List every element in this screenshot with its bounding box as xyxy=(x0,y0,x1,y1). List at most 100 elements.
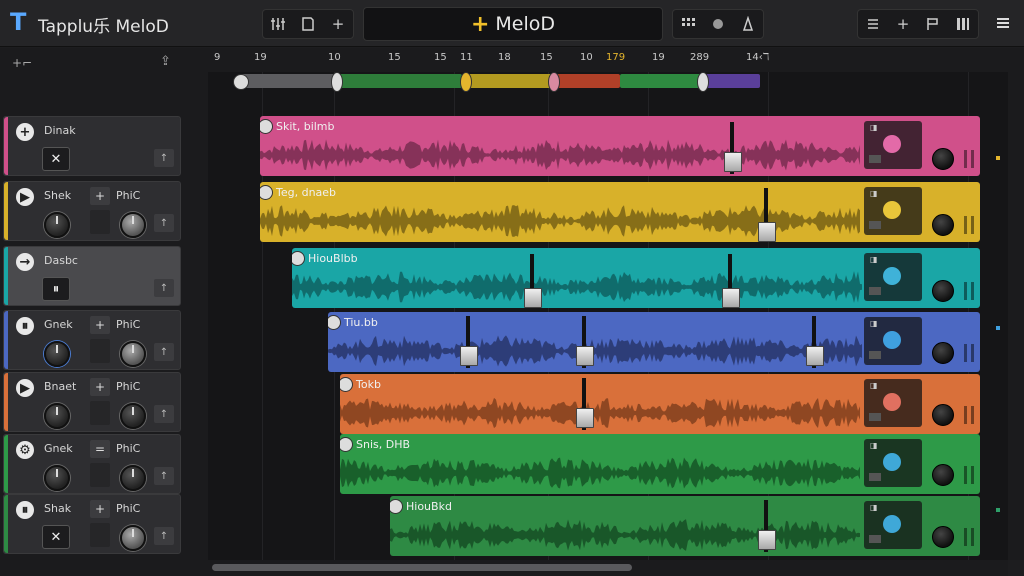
clip-fader[interactable] xyxy=(758,188,776,242)
section-marker[interactable] xyxy=(331,72,343,92)
pause-icon[interactable] xyxy=(964,528,974,546)
save-icon[interactable] xyxy=(293,10,323,38)
loop-icon[interactable] xyxy=(703,10,733,38)
pause-icon[interactable] xyxy=(964,216,974,234)
fx-panel[interactable]: ◨ xyxy=(864,121,922,169)
fader-cap[interactable] xyxy=(524,288,542,308)
clip-fader[interactable] xyxy=(806,316,824,368)
volume-knob[interactable] xyxy=(120,212,146,238)
mute-icon[interactable]: ✕ xyxy=(42,147,70,171)
clip-fader[interactable] xyxy=(524,254,542,308)
fader-cap[interactable] xyxy=(460,346,478,366)
clip-handle[interactable] xyxy=(340,437,353,452)
add-icon[interactable]: + xyxy=(90,500,110,518)
audio-clip-2[interactable]: Teg, dnaeb ◨ xyxy=(260,182,980,242)
fx-knob[interactable] xyxy=(883,201,901,219)
arrow-right-icon[interactable]: → xyxy=(16,253,34,271)
clip-fader[interactable] xyxy=(460,316,478,368)
track-header-2[interactable]: ▶ Shek + PhiC ↑ xyxy=(3,181,181,241)
clip-fader[interactable] xyxy=(576,316,594,368)
fx-knob[interactable] xyxy=(883,135,901,153)
section-bar[interactable] xyxy=(620,74,702,88)
pause-icon[interactable]: ⏸ xyxy=(16,501,34,519)
piano-icon[interactable] xyxy=(948,10,978,38)
clip-volume-knob[interactable] xyxy=(932,214,954,236)
fx-panel[interactable]: ◨ xyxy=(864,317,922,365)
eq-icon[interactable]: = xyxy=(90,440,110,458)
arm-icon[interactable]: ↑ xyxy=(154,343,174,361)
fader-cap[interactable] xyxy=(722,288,740,308)
pan-knob[interactable] xyxy=(44,403,70,429)
fx-panel[interactable]: ◨ xyxy=(864,187,922,235)
arm-icon[interactable]: ↑ xyxy=(154,467,174,485)
horizontal-scrollbar[interactable] xyxy=(208,560,1008,576)
add-icon[interactable]: + xyxy=(90,378,110,396)
track-header-6[interactable]: ⚙ Gnek = PhiC ↑ xyxy=(3,434,181,494)
section-bar[interactable] xyxy=(462,74,552,88)
flag-icon[interactable] xyxy=(918,10,948,38)
clip-handle[interactable] xyxy=(292,251,305,266)
arm-icon[interactable]: ↑ xyxy=(154,405,174,423)
section-bar[interactable] xyxy=(240,74,336,88)
fx-panel[interactable]: ◨ xyxy=(864,253,922,301)
audio-clip-1[interactable]: Skit, bilmb ◨ xyxy=(260,116,980,176)
clip-fader[interactable] xyxy=(724,122,742,174)
add-icon[interactable]: + xyxy=(323,10,353,38)
add-marker-icon[interactable] xyxy=(233,74,249,90)
fx-panel[interactable]: ◨ xyxy=(864,501,922,549)
track-header-5[interactable]: ▶ Bnaet + PhiC ↑ xyxy=(3,372,181,432)
pause-icon[interactable]: ⏸ xyxy=(16,317,34,335)
volume-knob[interactable] xyxy=(120,403,146,429)
clip-fader[interactable] xyxy=(758,500,776,552)
mute-icon[interactable]: ✕ xyxy=(42,525,70,549)
fx-knob[interactable] xyxy=(883,453,901,471)
scroll-thumb[interactable] xyxy=(212,564,632,571)
track-header-4[interactable]: ⏸ Gnek + PhiC ↑ xyxy=(3,310,181,370)
fx-knob[interactable] xyxy=(883,331,901,349)
clip-handle[interactable] xyxy=(260,185,273,200)
arm-icon[interactable]: ↑ xyxy=(154,527,174,545)
timeline-ruler[interactable]: 9 19 10 15 15 11 18 15 10 179 19 289 14‹… xyxy=(208,48,1024,72)
fx-knob[interactable] xyxy=(883,267,901,285)
export-icon[interactable]: ⇪ xyxy=(160,54,171,69)
clip-volume-knob[interactable] xyxy=(932,526,954,548)
audio-clip-6[interactable]: Snis, DHB ◨ xyxy=(340,434,980,494)
track-header-1[interactable]: + Dinak ✕ ↑ xyxy=(3,116,181,176)
fx-panel[interactable]: ◨ xyxy=(864,439,922,487)
fader-cap[interactable] xyxy=(576,408,594,428)
settings-icon[interactable]: ⚙ xyxy=(16,441,34,459)
fader-cap[interactable] xyxy=(758,222,776,242)
play-icon[interactable]: ▶ xyxy=(16,379,34,397)
section-marker[interactable] xyxy=(548,72,560,92)
mixer-icon[interactable] xyxy=(263,10,293,38)
arm-icon[interactable]: ↑ xyxy=(154,214,174,232)
track-header-7[interactable]: ⏸ Shak + PhiC ✕ ↑ xyxy=(3,494,181,554)
pause-icon[interactable] xyxy=(964,344,974,362)
clip-handle[interactable] xyxy=(340,377,353,392)
volume-knob[interactable] xyxy=(120,465,146,491)
fader-cap[interactable] xyxy=(758,530,776,550)
pause-icon[interactable] xyxy=(964,406,974,424)
section-marker[interactable] xyxy=(697,72,709,92)
audio-clip-5[interactable]: Tokb ◨ xyxy=(340,374,980,434)
project-name-display[interactable]: + MeloD xyxy=(363,7,663,41)
add-icon[interactable]: + xyxy=(90,187,110,205)
fader-cap[interactable] xyxy=(724,152,742,172)
section-bar[interactable] xyxy=(336,74,462,88)
pause-icon[interactable] xyxy=(964,150,974,168)
fx-knob[interactable] xyxy=(883,515,901,533)
pan-knob[interactable] xyxy=(44,212,70,238)
tempo-icon[interactable] xyxy=(733,10,763,38)
add-icon[interactable]: + xyxy=(90,316,110,334)
clip-volume-knob[interactable] xyxy=(932,342,954,364)
track-header-3[interactable]: → Dasbc ⏸ ↑ xyxy=(3,246,181,306)
fader-cap[interactable] xyxy=(576,346,594,366)
fx-panel[interactable]: ◨ xyxy=(864,379,922,427)
add-icon[interactable]: + xyxy=(16,123,34,141)
clip-volume-knob[interactable] xyxy=(932,280,954,302)
clip-fader[interactable] xyxy=(576,378,594,430)
clip-volume-knob[interactable] xyxy=(932,464,954,486)
menu-icon[interactable] xyxy=(988,9,1018,37)
pause-icon[interactable] xyxy=(964,282,974,300)
audio-clip-4[interactable]: Tiu.bb ◨ xyxy=(328,312,980,372)
